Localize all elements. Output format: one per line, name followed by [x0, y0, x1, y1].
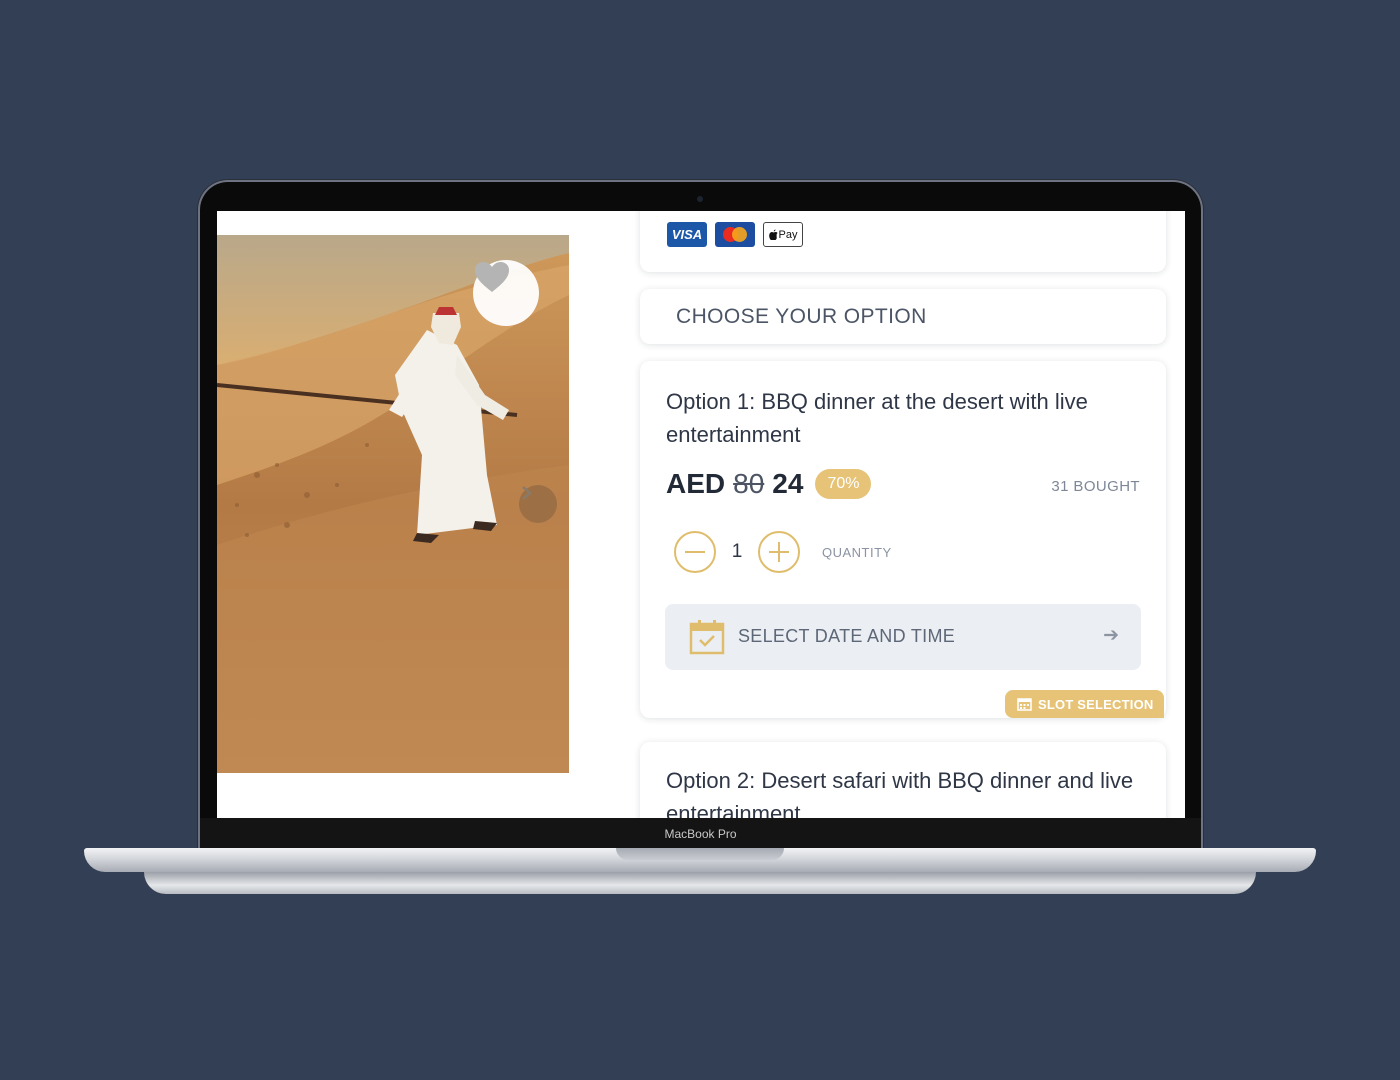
- currency: AED: [666, 468, 726, 499]
- screen: VISA Pay CHOOSE YOUR OPTION Option 1: BB…: [217, 211, 1185, 818]
- minus-icon: [685, 551, 705, 553]
- laptop-chin: MacBook Pro: [200, 818, 1201, 850]
- apple-pay-text: Pay: [778, 228, 798, 241]
- payment-logos: VISA Pay: [667, 222, 803, 247]
- mastercard-logo: [715, 222, 755, 247]
- apple-icon: [768, 229, 778, 240]
- plus-icon: [769, 542, 789, 562]
- new-price: 24: [772, 468, 804, 499]
- laptop-lid: VISA Pay CHOOSE YOUR OPTION Option 1: BB…: [200, 182, 1201, 850]
- product-photo[interactable]: [217, 235, 569, 773]
- quantity-value: 1: [731, 541, 743, 562]
- apple-pay-logo: Pay: [763, 222, 803, 247]
- calendar-check-icon: [689, 620, 725, 655]
- discount-badge: 70%: [815, 469, 872, 499]
- quantity-label: QUANTITY: [822, 544, 892, 560]
- model-label: MacBook Pro: [664, 827, 737, 841]
- slot-selection-label: SLOT SELECTION: [1038, 696, 1154, 712]
- choose-option-header: CHOOSE YOUR OPTION: [640, 289, 1166, 344]
- option-2-card[interactable]: Option 2: Desert safari with BBQ dinner …: [640, 742, 1166, 818]
- camera-dot: [697, 196, 703, 202]
- next-image-button[interactable]: [519, 485, 557, 523]
- price-row: AED 80 24 70%: [666, 468, 872, 500]
- increase-quantity-button[interactable]: [758, 531, 800, 573]
- laptop-notch: [616, 848, 784, 860]
- choose-option-title: CHOOSE YOUR OPTION: [676, 305, 927, 328]
- quantity-stepper: 1 QUANTITY: [674, 531, 892, 573]
- laptop-base: [84, 848, 1316, 872]
- bought-count: 31 BOUGHT: [1051, 478, 1140, 495]
- option-2-title: Option 2: Desert safari with BBQ dinner …: [666, 768, 1134, 818]
- laptop-foot: [144, 872, 1256, 894]
- decrease-quantity-button[interactable]: [674, 531, 716, 573]
- chevron-right-icon: [522, 486, 532, 500]
- payment-methods-card: VISA Pay: [640, 211, 1166, 272]
- option-1-title: Option 1: BBQ dinner at the desert with …: [666, 389, 1088, 447]
- old-price: 80: [733, 468, 765, 499]
- select-date-time-label: SELECT DATE AND TIME: [738, 626, 956, 646]
- heart-icon: [475, 262, 509, 292]
- select-date-time-button[interactable]: SELECT DATE AND TIME ➔: [665, 604, 1141, 670]
- slot-selection-badge: SLOT SELECTION: [1005, 690, 1165, 718]
- calendar-icon: [1017, 698, 1032, 711]
- arrow-right-icon: ➔: [1103, 625, 1119, 646]
- visa-logo: VISA: [667, 222, 707, 247]
- option-1-card[interactable]: Option 1: BBQ dinner at the desert with …: [640, 361, 1166, 718]
- favorite-button[interactable]: [473, 260, 539, 326]
